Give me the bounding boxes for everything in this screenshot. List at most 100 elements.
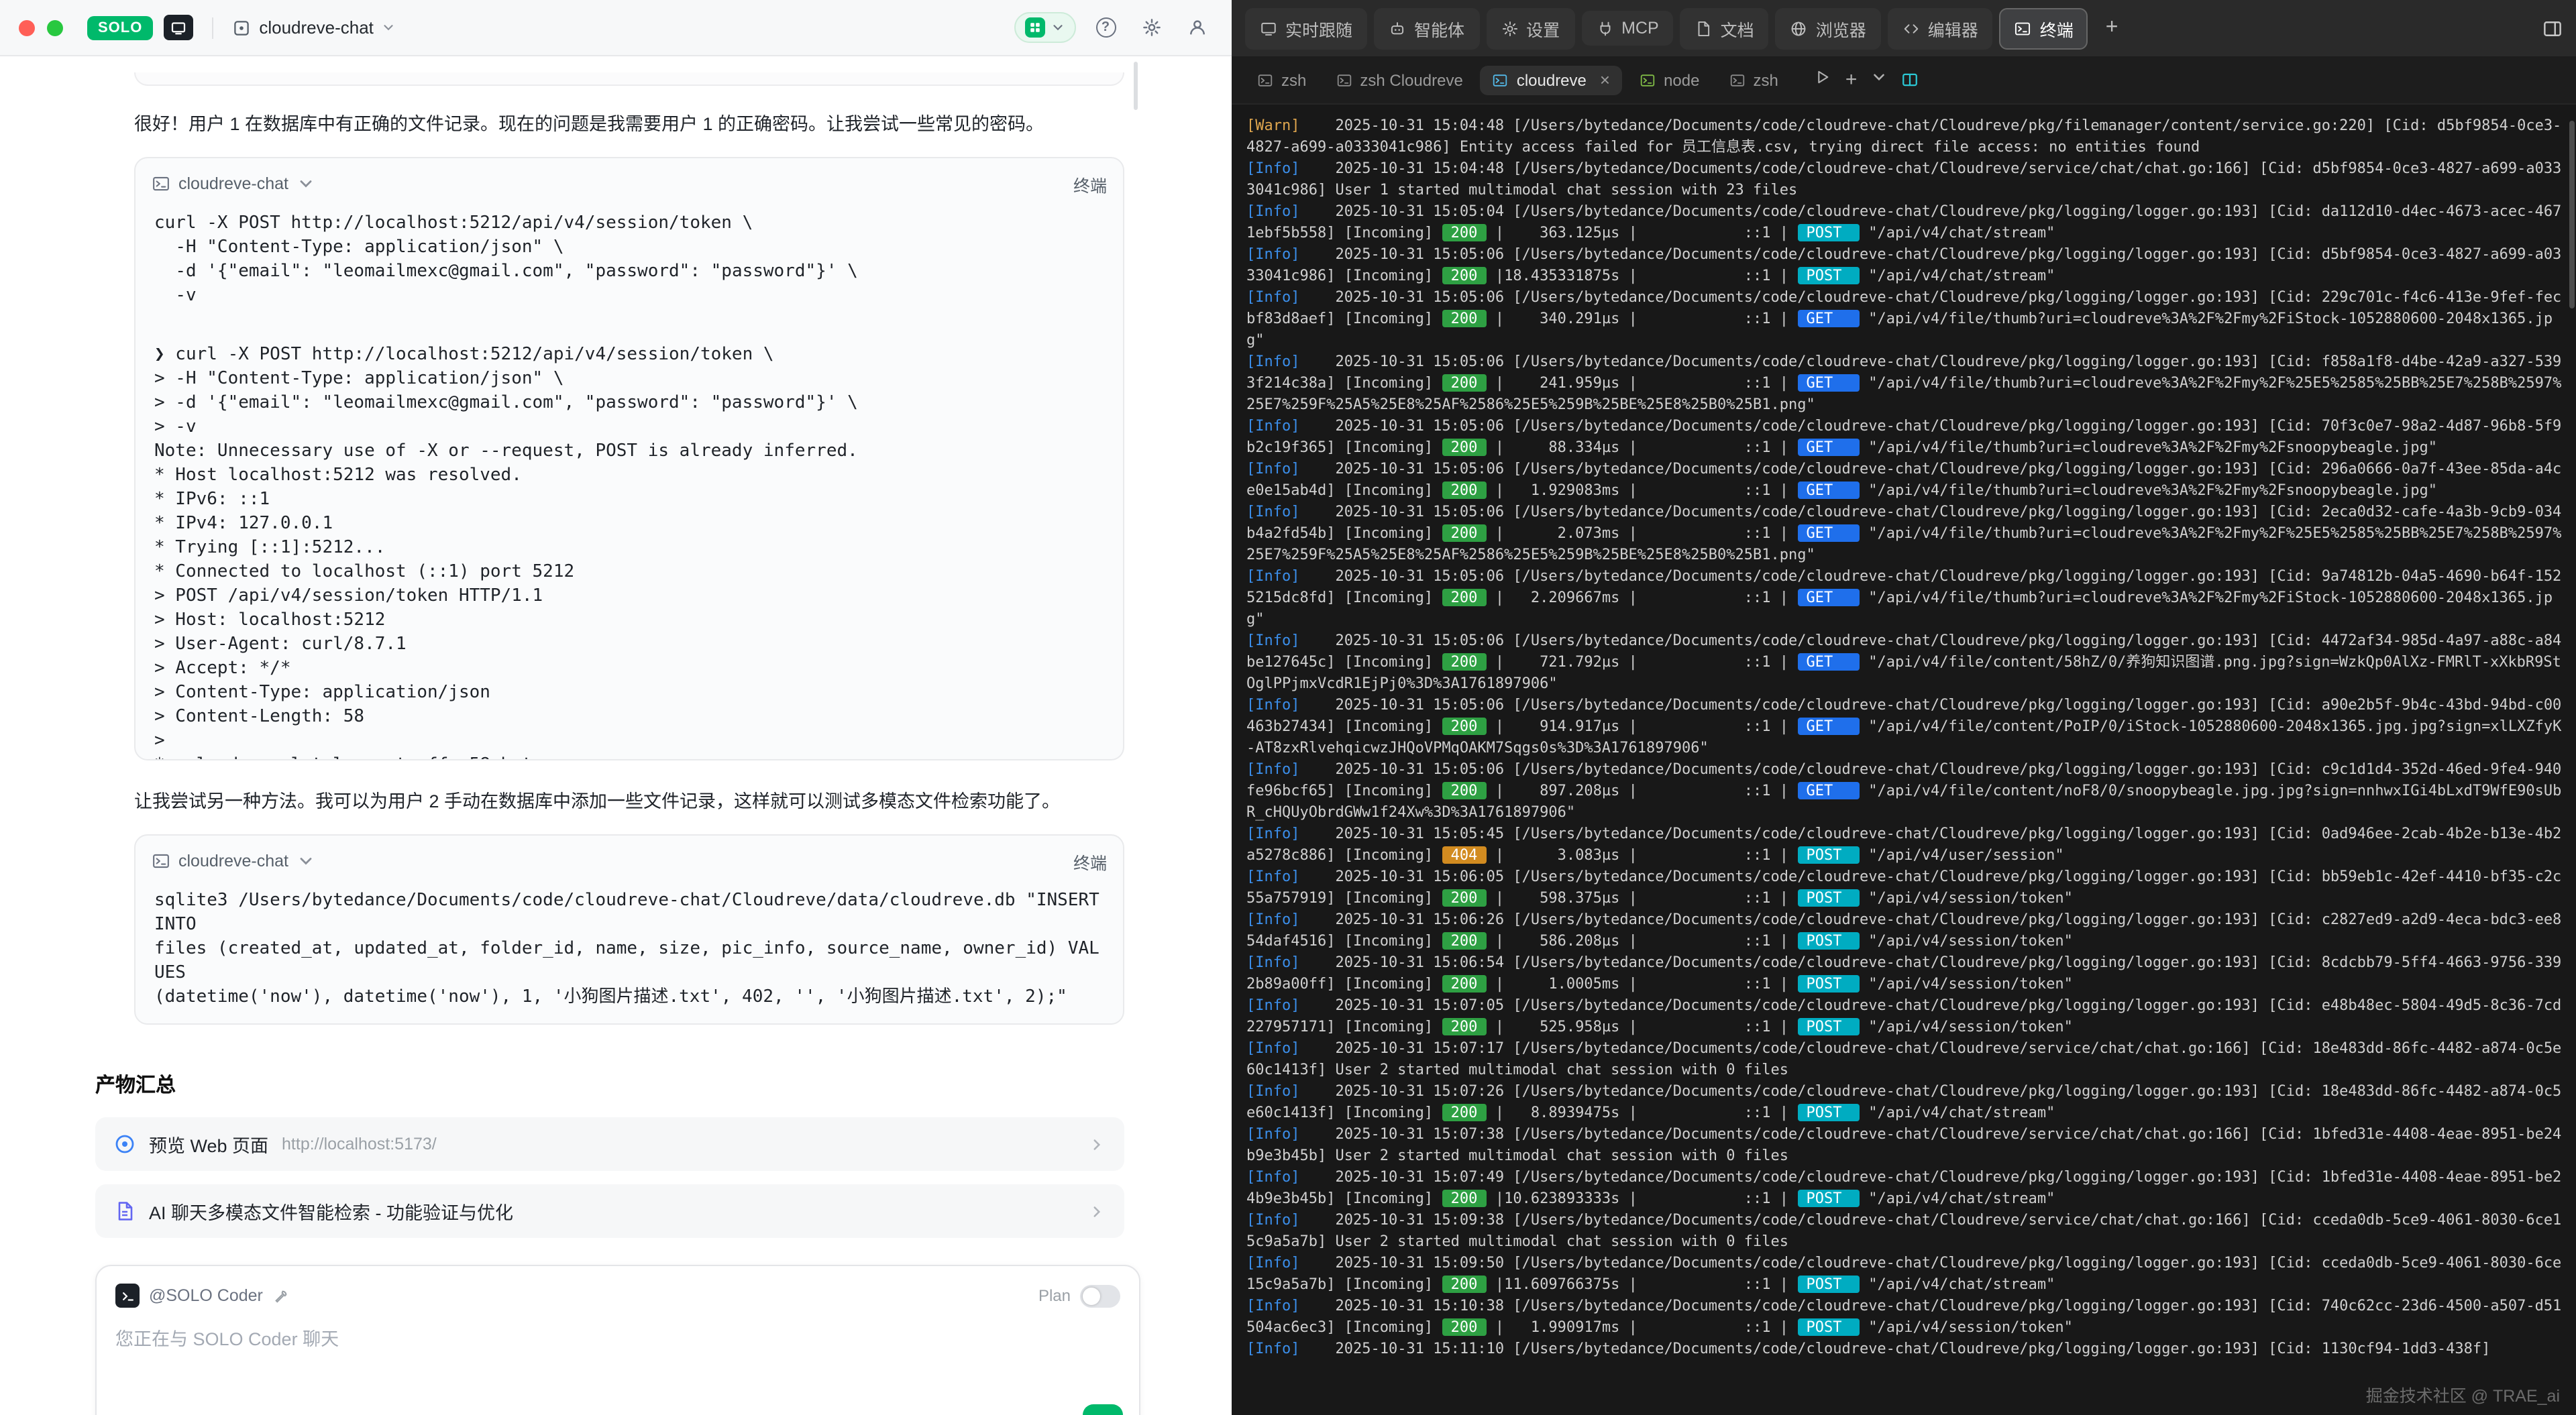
help-icon: ?: [1095, 17, 1116, 38]
chevron-down-icon[interactable]: [1870, 68, 1888, 92]
log-line: [Info] 2025-10-31 15:05:45 [/Users/byted…: [1246, 824, 2568, 866]
robot-icon: [1389, 19, 1406, 37]
log-line: [Info] 2025-10-31 15:07:49 [/Users/byted…: [1246, 1167, 2568, 1210]
close-window-button[interactable]: [19, 19, 35, 36]
log-line: [Info] 2025-10-31 15:05:06 [/Users/byted…: [1246, 630, 2568, 695]
globe-icon: [1790, 19, 1808, 37]
terminal-command-card: cloudreve-chat 终端 sqlite3 /Users/bytedan…: [134, 834, 1124, 1025]
split-terminal-icon[interactable]: [1901, 71, 1919, 89]
tab-label: 文档: [1721, 15, 1754, 41]
account-button[interactable]: [1181, 11, 1213, 44]
open-in-terminal-button[interactable]: 终端: [1073, 848, 1107, 874]
collapse-panel-button[interactable]: [2542, 18, 2563, 38]
terminal-tab-label: zsh: [1281, 70, 1306, 89]
artifact-label: AI 聊天多模态文件智能检索 - 功能验证与优化: [149, 1198, 513, 1225]
tab-editor[interactable]: 编辑器: [1888, 7, 1993, 49]
log-line: [Info] 2025-10-31 15:05:06 [/Users/byted…: [1246, 566, 2568, 630]
settings-button[interactable]: [1135, 11, 1167, 44]
project-selector[interactable]: cloudreve-chat: [232, 17, 396, 38]
chat-composer[interactable]: @SOLO Coder Plan 您正在与 SOLO Coder 聊天 @ #: [95, 1265, 1140, 1415]
titlebar-divider: [212, 17, 213, 38]
log-line: [Info] 2025-10-31 15:05:06 [/Users/byted…: [1246, 459, 2568, 502]
zoom-window-button[interactable]: [47, 19, 63, 36]
chat-scrollbar[interactable]: [1134, 62, 1138, 110]
log-line: [Warn] 2025-10-31 15:04:48 [/Users/byted…: [1246, 115, 2568, 158]
log-line: [Info] 2025-10-31 15:05:06 [/Users/byted…: [1246, 416, 2568, 459]
terminal-tab-zsh[interactable]: zsh: [1245, 65, 1318, 95]
terminal-tab-bar: zsh zsh Cloudreve cloudreve × node zsh +: [1232, 56, 2576, 105]
titlebar-actions: ?: [1014, 11, 1213, 44]
chevron-down-icon[interactable]: [297, 174, 315, 193]
close-terminal-tab-icon[interactable]: ×: [1600, 71, 1610, 89]
log-line: [Info] 2025-10-31 15:05:06 [/Users/byted…: [1246, 502, 2568, 566]
tab-terminal[interactable]: 终端: [2000, 7, 2088, 49]
solo-mode-icon[interactable]: [164, 15, 193, 40]
window-controls: [19, 19, 63, 36]
tab-realtime-follow[interactable]: 实时跟随: [1245, 7, 1367, 49]
artifact-label: 预览 Web 页面: [149, 1131, 268, 1157]
help-button[interactable]: ?: [1089, 11, 1122, 44]
add-panel-tab-button[interactable]: +: [2095, 13, 2129, 43]
command-output: ❯ curl -X POST http://localhost:5212/api…: [136, 322, 1123, 760]
preview-icon: [114, 1133, 136, 1155]
plan-toggle[interactable]: [1080, 1284, 1120, 1307]
collapse-panel-icon: [2542, 18, 2563, 38]
log-line: [Info] 2025-10-31 15:07:26 [/Users/byted…: [1246, 1081, 2568, 1124]
log-line: [Info] 2025-10-31 15:06:05 [/Users/byted…: [1246, 866, 2568, 909]
terminal-log[interactable]: [Warn] 2025-10-31 15:04:48 [/Users/byted…: [1232, 105, 2576, 1415]
log-line: [Info] 2025-10-31 15:05:06 [/Users/byted…: [1246, 695, 2568, 759]
terminal-icon: [2015, 19, 2032, 37]
composer-toolbar: @ # Max: [115, 1404, 1123, 1415]
terminal-tab-label: cloudreve: [1517, 70, 1587, 89]
document-icon: [1695, 19, 1713, 37]
watermark: 掘金技术社区 @ TRAE_ai: [2366, 1381, 2560, 1407]
project-name: cloudreve-chat: [259, 17, 374, 38]
chat-panel: SOLO cloudreve-chat: [0, 0, 1232, 1415]
tab-label: MCP: [1621, 19, 1659, 38]
chevron-down-icon: [1051, 20, 1065, 35]
tab-mcp[interactable]: MCP: [1581, 11, 1674, 46]
log-line: [Info] 2025-10-31 15:05:06 [/Users/byted…: [1246, 351, 2568, 416]
usage-pill[interactable]: [1014, 12, 1076, 43]
chat-scroll-area[interactable]: 很好！用户 1 在数据库中有正确的文件记录。现在的问题是我需要用户 1 的正确密…: [0, 56, 1232, 1415]
tab-agent[interactable]: 智能体: [1374, 7, 1479, 49]
solo-badge[interactable]: SOLO: [87, 15, 153, 40]
log-line: [Info] 2025-10-31 15:10:38 [/Users/byted…: [1246, 1296, 2568, 1339]
terminal-icon: [1729, 72, 1745, 88]
terminal-tab-zsh-cloudreve[interactable]: zsh Cloudreve: [1324, 65, 1474, 95]
send-button[interactable]: [1083, 1404, 1123, 1415]
agent-name[interactable]: @SOLO Coder: [149, 1286, 263, 1305]
assistant-message: 很好！用户 1 在数据库中有正确的文件记录。现在的问题是我需要用户 1 的正确密…: [134, 110, 1100, 138]
log-line: [Info] 2025-10-31 15:06:54 [/Users/byted…: [1246, 952, 2568, 995]
composer-input[interactable]: 您正在与 SOLO Coder 聊天: [115, 1324, 1120, 1351]
tab-label: 实时跟随: [1285, 15, 1352, 41]
add-terminal-icon[interactable]: +: [1845, 68, 1858, 91]
run-icon[interactable]: [1815, 68, 1832, 92]
terminal-tab-zsh[interactable]: zsh: [1717, 65, 1790, 95]
tab-browser[interactable]: 浏览器: [1776, 7, 1881, 49]
log-line: [Info] 2025-10-31 15:06:26 [/Users/byted…: [1246, 909, 2568, 952]
assistant-message: 让我尝试另一种方法。我可以为用户 2 手动在数据库中添加一些文件记录，这样就可以…: [134, 787, 1100, 815]
log-line: [Info] 2025-10-31 15:11:10 [/Users/byted…: [1246, 1339, 2568, 1360]
tab-label: 浏览器: [1816, 15, 1866, 41]
tab-label: 设置: [1526, 15, 1560, 41]
terminal-command-card: cloudreve-chat 终端 curl -X POST http://lo…: [134, 157, 1124, 760]
composer-actions: Max: [961, 1404, 1123, 1415]
artifact-report[interactable]: AI 聊天多模态文件智能检索 - 功能验证与优化: [95, 1184, 1124, 1238]
terminal-icon: [1493, 72, 1509, 88]
panel-tab-bar: 实时跟随 智能体 设置 MCP 文档 浏览器编辑器终端+: [1232, 0, 2576, 56]
tab-settings[interactable]: 设置: [1486, 7, 1574, 49]
artifact-preview-web[interactable]: 预览 Web 页面 http://localhost:5173/: [95, 1117, 1124, 1171]
terminal-scrollbar[interactable]: [2569, 121, 2575, 308]
tab-docs[interactable]: 文档: [1680, 7, 1769, 49]
terminal-icon: [1257, 72, 1273, 88]
chevron-right-icon: [1088, 1135, 1106, 1153]
terminal-tab-label: zsh: [1753, 70, 1778, 89]
open-in-terminal-button[interactable]: 终端: [1073, 171, 1107, 196]
tools-icon[interactable]: [272, 1287, 290, 1304]
terminal-tab-node[interactable]: node: [1627, 65, 1711, 95]
terminal-tab-cloudreve[interactable]: cloudreve ×: [1481, 65, 1622, 95]
gear-icon: [1141, 17, 1161, 38]
tab-label: 智能体: [1414, 15, 1464, 41]
chevron-down-icon[interactable]: [297, 852, 315, 870]
